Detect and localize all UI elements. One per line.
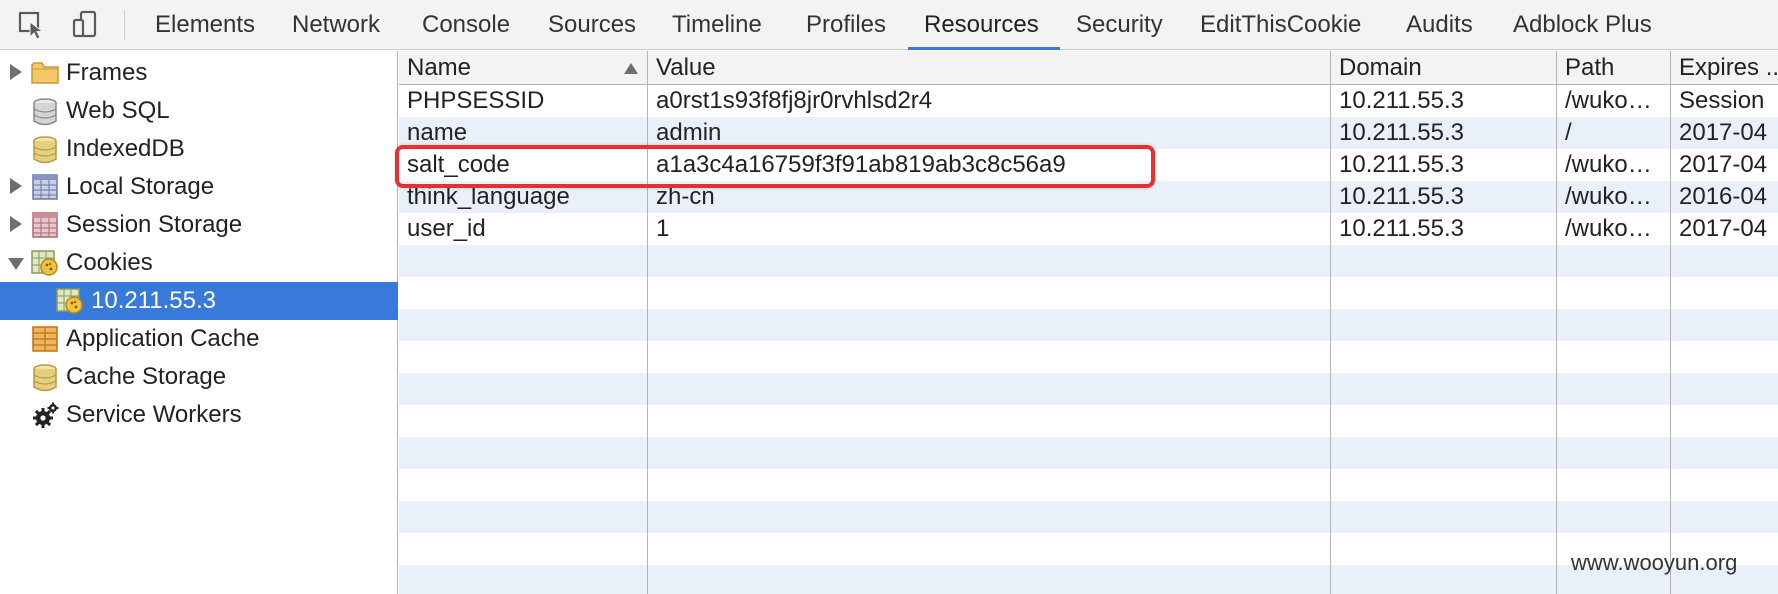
column-header-name[interactable]: Name	[399, 51, 647, 85]
cell-domain: 10.211.55.3	[1339, 151, 1465, 178]
expand-arrow-icon[interactable]	[10, 64, 22, 80]
cell-path: /wuko…	[1565, 87, 1652, 114]
tab-resources[interactable]: Resources	[924, 0, 1039, 50]
cell-expires: 2017-04	[1679, 151, 1768, 178]
cell-domain: 10.211.55.3	[1339, 119, 1465, 146]
gear-icon	[31, 402, 59, 428]
toolbar-separator	[124, 10, 125, 40]
watermark: www.wooyun.org	[1571, 550, 1738, 575]
sidebar-item-label: 10.211.55.3	[91, 287, 217, 314]
sidebar-item-label: Cookies	[66, 249, 153, 276]
tab-adblock-plus[interactable]: Adblock Plus	[1513, 0, 1652, 50]
tab-sources[interactable]: Sources	[548, 0, 636, 50]
tab-network[interactable]: Network	[292, 0, 380, 50]
cell-value: 1	[656, 215, 670, 242]
devtools-toolbar: Elements Network Console Sources Timelin…	[0, 0, 1778, 50]
cell-value: a0rst1s93f8fj8jr0rvhlsd2r4	[656, 87, 933, 114]
sort-ascending-icon	[624, 63, 638, 74]
folder-icon	[31, 60, 59, 86]
cell-path: /wuko…	[1565, 183, 1652, 210]
sidebar-item-label: Frames	[66, 59, 148, 86]
table-stripe	[399, 469, 1778, 501]
column-header-expires[interactable]: Expires ...	[1671, 51, 1778, 85]
sidebar-item-web-sql[interactable]: Web SQL	[0, 92, 398, 130]
sidebar-item-label: Web SQL	[66, 97, 170, 124]
inspect-element-icon[interactable]	[12, 8, 52, 42]
cell-domain: 10.211.55.3	[1339, 87, 1465, 114]
cookie-icon	[56, 288, 84, 314]
table-stripe	[399, 341, 1778, 373]
tab-console[interactable]: Console	[422, 0, 510, 50]
device-mode-icon[interactable]	[66, 8, 106, 42]
table-stripe	[399, 405, 1778, 437]
database-icon	[32, 364, 60, 392]
cell-path: /	[1565, 119, 1572, 146]
database-icon	[32, 98, 60, 126]
resources-sidebar: Frames Web SQL IndexedDB Local Storage S…	[0, 51, 398, 594]
collapse-arrow-icon[interactable]	[8, 258, 24, 270]
storage-grid-icon	[32, 212, 60, 238]
sidebar-item-label: Local Storage	[66, 173, 215, 200]
tab-timeline[interactable]: Timeline	[672, 0, 762, 50]
column-header-path[interactable]: Path	[1557, 51, 1670, 85]
sidebar-item-cookies[interactable]: Cookies	[0, 244, 398, 282]
tab-elements[interactable]: Elements	[155, 0, 255, 50]
table-stripe	[399, 309, 1778, 341]
cell-path: /wuko…	[1565, 215, 1652, 242]
sidebar-item-label: Application Cache	[66, 325, 260, 352]
active-tab-indicator	[908, 47, 1060, 50]
expand-arrow-icon[interactable]	[10, 178, 22, 194]
cookie-icon	[31, 250, 59, 276]
sidebar-item-session-storage[interactable]: Session Storage	[0, 206, 398, 244]
table-row[interactable]: user_id 1 10.211.55.3 /wuko… 2017-04	[399, 213, 1778, 245]
sidebar-item-cache-storage[interactable]: Cache Storage	[0, 358, 398, 396]
tab-editthiscookie[interactable]: EditThisCookie	[1200, 0, 1361, 50]
sidebar-item-label: IndexedDB	[66, 135, 185, 162]
table-row[interactable]: PHPSESSID a0rst1s93f8fj8jr0rvhlsd2r4 10.…	[399, 85, 1778, 117]
expand-arrow-icon[interactable]	[10, 216, 22, 232]
table-stripe	[399, 277, 1778, 309]
cell-expires: 2016-04	[1679, 183, 1768, 210]
sidebar-item-label: Service Workers	[66, 401, 242, 428]
database-icon	[32, 136, 60, 164]
sidebar-item-local-storage[interactable]: Local Storage	[0, 168, 398, 206]
tab-security[interactable]: Security	[1076, 0, 1163, 50]
cell-expires: Session	[1679, 87, 1765, 114]
cell-path: /wuko…	[1565, 151, 1652, 178]
table-stripe	[399, 437, 1778, 469]
salt-code-highlight-annotation	[395, 145, 1155, 188]
table-stripe	[399, 245, 1778, 277]
column-header-domain[interactable]: Domain	[1331, 51, 1556, 85]
table-stripe	[399, 373, 1778, 405]
sidebar-item-cookie-domain[interactable]: 10.211.55.3	[0, 282, 398, 320]
sidebar-item-label: Session Storage	[66, 211, 243, 238]
tab-profiles[interactable]: Profiles	[806, 0, 886, 50]
cell-name: PHPSESSID	[407, 87, 545, 114]
sidebar-item-application-cache[interactable]: Application Cache	[0, 320, 398, 358]
storage-grid-icon	[32, 174, 60, 200]
cell-expires: 2017-04	[1679, 119, 1768, 146]
cell-name: user_id	[407, 215, 486, 242]
app-cache-icon	[32, 326, 60, 352]
cell-domain: 10.211.55.3	[1339, 183, 1465, 210]
table-stripe	[399, 501, 1778, 533]
cell-expires: 2017-04	[1679, 215, 1768, 242]
sidebar-item-label: Cache Storage	[66, 363, 227, 390]
tab-audits[interactable]: Audits	[1406, 0, 1473, 50]
sidebar-item-frames[interactable]: Frames	[0, 54, 398, 92]
cookies-table: Name Value Domain Path Expires ... PHPSE…	[399, 51, 1778, 594]
sidebar-item-service-workers[interactable]: Service Workers	[0, 396, 398, 434]
cell-domain: 10.211.55.3	[1339, 215, 1465, 242]
table-header: Name Value Domain Path Expires ...	[399, 51, 1778, 85]
sidebar-item-indexeddb[interactable]: IndexedDB	[0, 130, 398, 168]
column-header-value[interactable]: Value	[648, 51, 1230, 85]
